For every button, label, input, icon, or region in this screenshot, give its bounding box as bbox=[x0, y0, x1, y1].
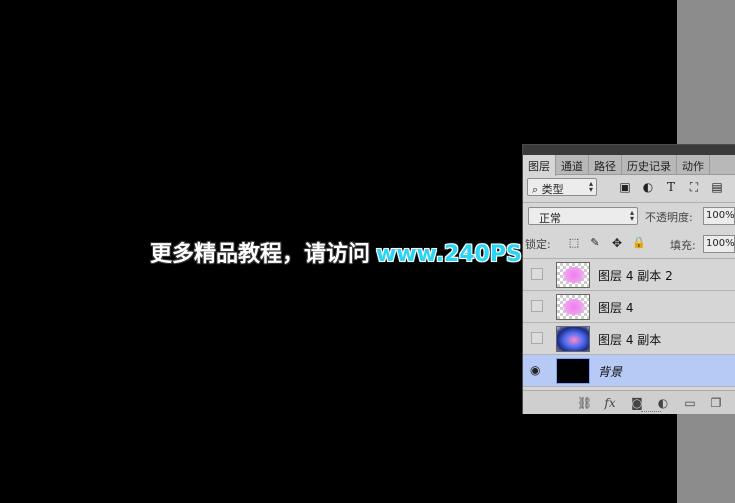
shape-filter-icon[interactable]: ⛶ bbox=[687, 180, 701, 194]
visibility-toggle[interactable] bbox=[531, 300, 543, 312]
watermark-text: 更多精品教程，请访问 www.240PS.com bbox=[150, 236, 581, 268]
tab-channels[interactable]: 通道 bbox=[556, 155, 589, 175]
tab-history[interactable]: 历史记录 bbox=[622, 155, 677, 175]
layer-name: 背景 bbox=[598, 365, 623, 379]
layer-thumbnail bbox=[556, 294, 590, 320]
layer-row[interactable]: 图层 4 副本 bbox=[523, 323, 735, 355]
layers-panel: 图层 通道 路径 历史记录 动作 ⌕ 类型 ▴ ▾ ▣ ◐ T ⛶ ▤ 正常 ▴ ▾… bbox=[522, 144, 735, 414]
layer-thumbnail bbox=[556, 326, 590, 352]
smart-object-filter-icon[interactable]: ▤ bbox=[710, 180, 724, 194]
visibility-toggle[interactable] bbox=[531, 268, 543, 280]
type-filter-icon[interactable]: T bbox=[664, 180, 678, 194]
image-filter-icon[interactable]: ▣ bbox=[618, 180, 632, 194]
layer-name: 图层 4 bbox=[598, 301, 634, 315]
visibility-toggle[interactable] bbox=[531, 332, 543, 344]
select-arrows-icon: ▴ ▾ bbox=[588, 179, 593, 194]
filter-kind-select[interactable]: ⌕ 类型 ▴ ▾ bbox=[527, 178, 597, 196]
layer-thumbnail bbox=[556, 358, 590, 384]
new-adjustment-layer-icon[interactable]: ◐ bbox=[656, 396, 670, 410]
lock-all-icon[interactable]: 🔒 bbox=[632, 236, 646, 250]
layer-row[interactable]: 图层 4 副本 2 bbox=[523, 259, 735, 291]
tab-layers[interactable]: 图层 bbox=[523, 155, 556, 176]
divider bbox=[523, 202, 735, 203]
opacity-input[interactable]: 100% bbox=[703, 207, 735, 225]
layer-thumbnail-content bbox=[563, 267, 585, 283]
add-mask-icon[interactable]: ◙ bbox=[630, 396, 644, 410]
blend-mode-select[interactable]: 正常 ▴ ▾ bbox=[528, 207, 638, 225]
watermark-chinese: 更多精品教程，请访问 bbox=[150, 242, 371, 267]
panel-footer: ⛓ fx ◙ ◐ ▭ ❐ bbox=[523, 390, 735, 414]
opacity-label: 不透明度: bbox=[645, 211, 693, 224]
filter-kind-label: 类型 bbox=[541, 183, 564, 196]
panel-title-bar[interactable] bbox=[523, 145, 735, 155]
eye-icon[interactable]: ◉ bbox=[530, 363, 540, 377]
lock-position-move-icon[interactable]: ✥ bbox=[610, 236, 624, 250]
layer-thumbnail-content bbox=[563, 299, 585, 315]
layer-row[interactable]: 图层 4 bbox=[523, 291, 735, 323]
new-group-folder-icon[interactable]: ▭ bbox=[683, 396, 697, 410]
lock-transparent-icon[interactable]: ⬚ bbox=[567, 236, 581, 250]
layer-row-selected[interactable]: ◉ 背景 bbox=[523, 355, 735, 387]
new-layer-icon[interactable]: ❐ bbox=[709, 396, 723, 410]
layer-name: 图层 4 副本 2 bbox=[598, 269, 673, 283]
panel-tabs: 图层 通道 路径 历史记录 动作 bbox=[523, 155, 735, 176]
layer-thumbnail bbox=[556, 262, 590, 288]
tab-actions[interactable]: 动作 bbox=[677, 155, 710, 175]
layer-style-fx-icon[interactable]: fx bbox=[603, 396, 617, 410]
blend-mode-value: 正常 bbox=[539, 212, 561, 225]
layer-name: 图层 4 副本 bbox=[598, 333, 662, 347]
fill-input[interactable]: 100% bbox=[703, 235, 735, 253]
lock-pixels-brush-icon[interactable]: ✎ bbox=[588, 236, 602, 250]
tab-paths[interactable]: 路径 bbox=[589, 155, 622, 175]
adjustment-filter-icon[interactable]: ◐ bbox=[641, 180, 655, 194]
select-arrows-icon: ▴ ▾ bbox=[629, 208, 634, 223]
lock-label: 锁定: bbox=[525, 238, 551, 251]
fill-label: 填充: bbox=[670, 239, 696, 252]
layer-thumbnail-content bbox=[557, 327, 589, 351]
search-icon: ⌕ bbox=[532, 183, 539, 196]
link-layers-icon[interactable]: ⛓ bbox=[577, 396, 592, 410]
resize-grip[interactable] bbox=[641, 411, 661, 414]
